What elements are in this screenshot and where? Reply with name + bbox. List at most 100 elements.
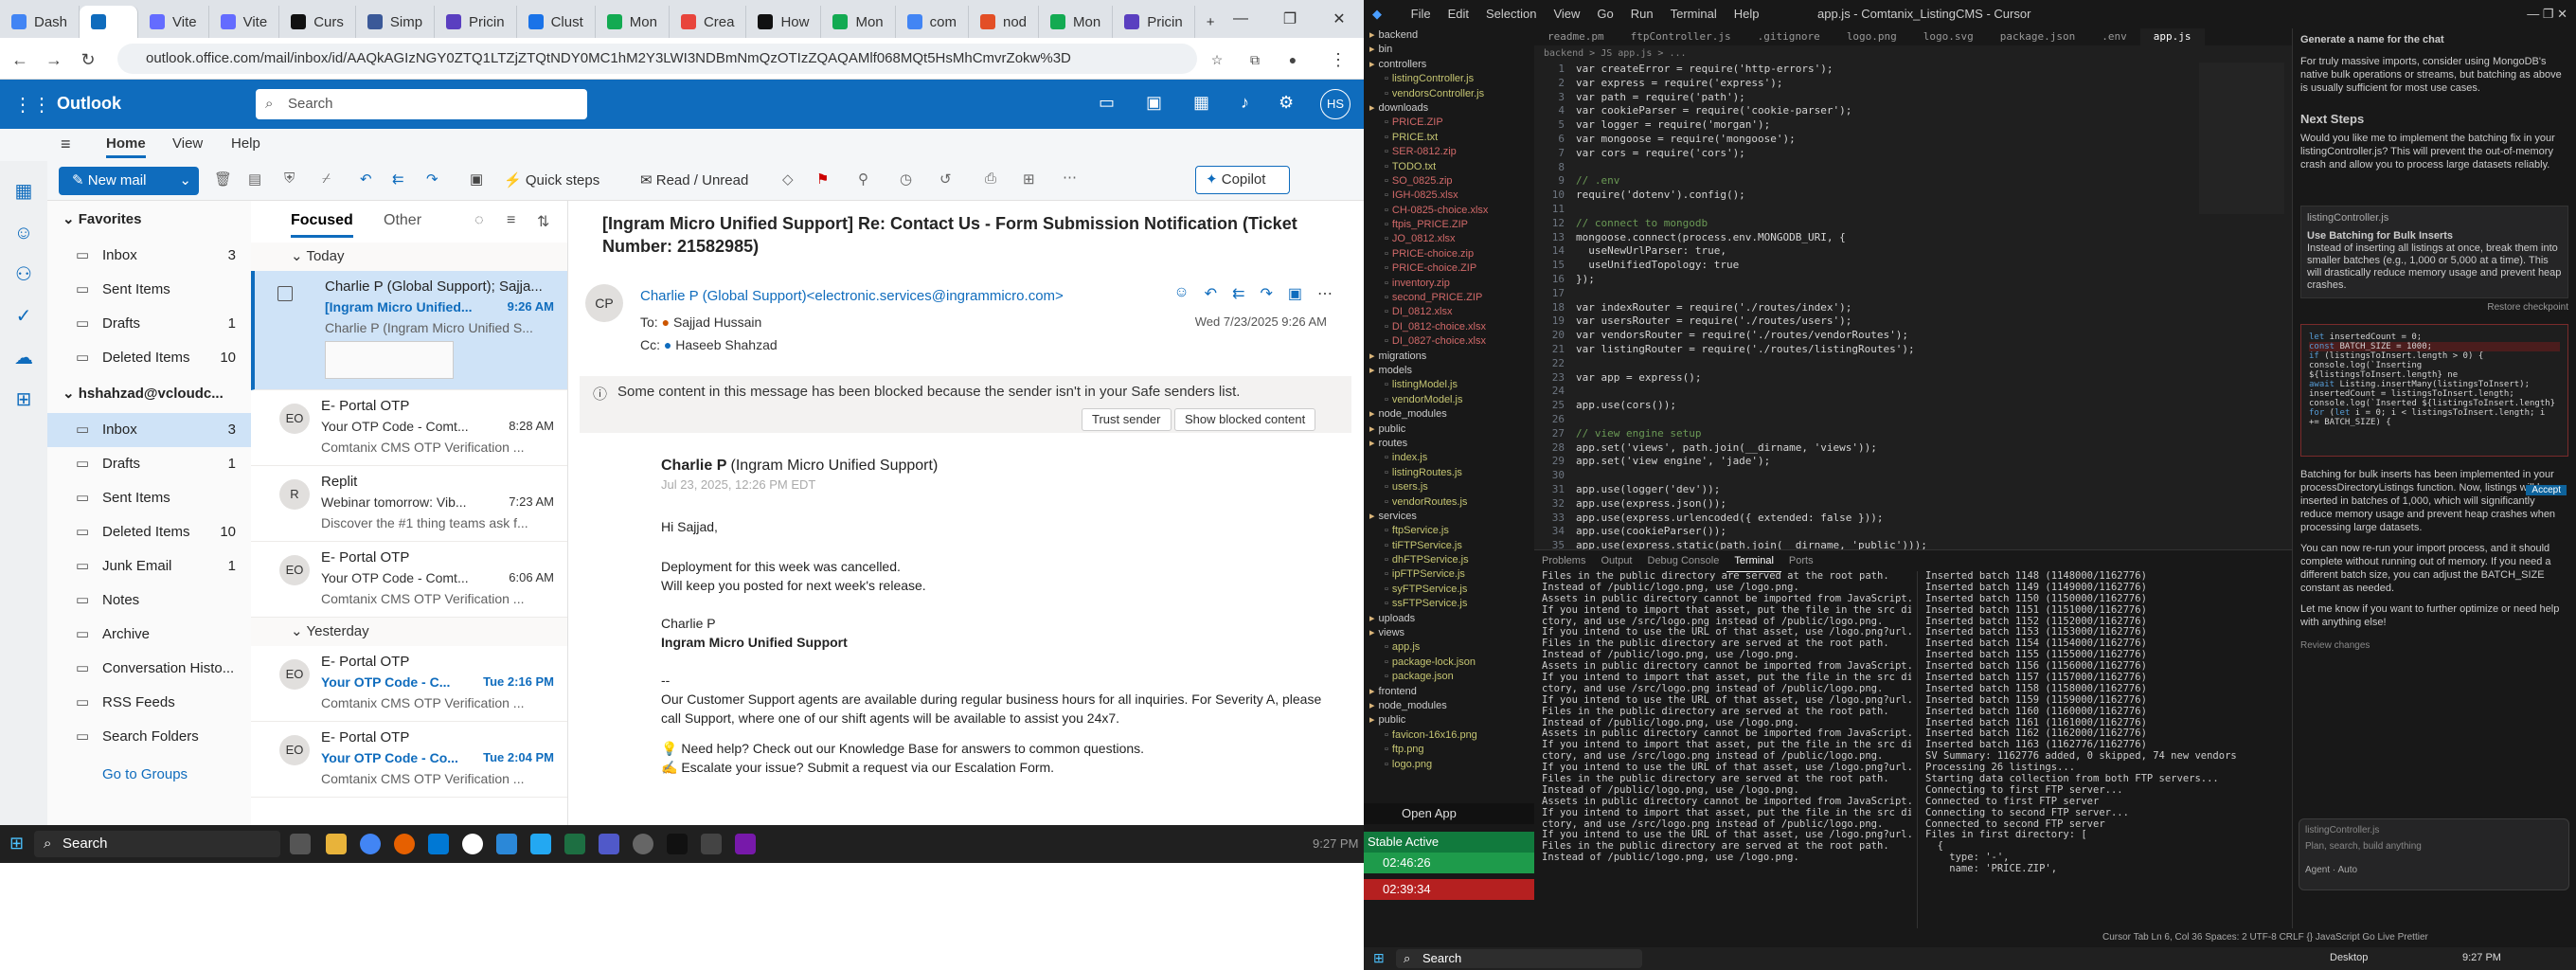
explorer-item[interactable]: ▸ models [1364, 364, 1534, 378]
explorer-item[interactable]: ▫ favicon-16x16.png [1364, 728, 1534, 743]
explorer-item[interactable]: ▫ ftpService.js [1364, 524, 1534, 538]
folder-item[interactable]: ▭ Inbox 3 [47, 239, 251, 273]
minimize-icon[interactable]: — [1216, 0, 1265, 38]
folder-item[interactable]: ▭ Drafts 1 [47, 307, 251, 341]
start-icon[interactable]: ⊞ [1373, 950, 1385, 966]
explorer-item[interactable]: ▸ controllers [1364, 58, 1534, 72]
outlook-icon[interactable] [428, 834, 449, 854]
calendar-rail-icon[interactable]: ▦ [0, 171, 47, 212]
code-line[interactable]: 12 // connect to mongodb [1534, 217, 2292, 231]
explorer-item[interactable]: ▫ PRICE.ZIP [1364, 116, 1534, 130]
explorer-item[interactable]: ▫ second_PRICE.ZIP [1364, 291, 1534, 305]
more-icon[interactable]: ⋯ [1063, 169, 1077, 186]
explorer-item[interactable]: ▫ PRICE-choice.zip [1364, 247, 1534, 261]
list-item[interactable]: R Replit Webinar tomorrow: Vib... 7:23 AM Di… [251, 466, 567, 542]
list-item[interactable]: EO E- Portal OTP Your OTP Code - C... Tue 2… [251, 646, 567, 722]
explorer-item[interactable]: ▫ TODO.txt [1364, 160, 1534, 174]
editor-tab[interactable]: app.js [2139, 28, 2205, 45]
profile-icon[interactable]: ● [1280, 47, 1305, 72]
back-icon[interactable]: ← [8, 47, 32, 72]
group-yesterday[interactable]: ⌄ Yesterday [251, 618, 567, 646]
code-line[interactable]: 16}); [1534, 273, 2292, 287]
explorer-item[interactable]: ▫ app.js [1364, 640, 1534, 655]
explorer-item[interactable]: ▸ bin [1364, 43, 1534, 57]
minimap[interactable] [2199, 63, 2284, 214]
report-icon[interactable]: ⛨ [284, 171, 295, 187]
explorer-item[interactable]: ▸ downloads [1364, 101, 1534, 116]
list-item[interactable]: EO E- Portal OTP Your OTP Code - Comt... 8:… [251, 390, 567, 466]
browser-tab[interactable]: Dash [0, 6, 80, 38]
show-blocked-button[interactable]: Show blocked content [1174, 408, 1316, 431]
explorer-item[interactable]: ▫ package-lock.json [1364, 656, 1534, 670]
extensions-icon[interactable]: ⧉ [1243, 47, 1267, 72]
explorer-item[interactable]: ▫ PRICE-choice.ZIP [1364, 261, 1534, 276]
onenote-icon[interactable] [735, 834, 756, 854]
code-line[interactable]: 22 [1534, 357, 2292, 371]
code-line[interactable]: 7 var cors = require('cors'); [1534, 147, 2292, 161]
browser-tab[interactable]: How [746, 6, 822, 38]
code-line[interactable]: 18 var indexRouter = require('./routes/in… [1534, 301, 2292, 315]
explorer-item[interactable]: ▫ ftpis_PRICE.ZIP [1364, 218, 1534, 232]
panel-tab[interactable]: Ports [1781, 550, 1821, 571]
bookmark-star-icon[interactable]: ☆ [1205, 47, 1229, 72]
undo-icon[interactable]: ↺ [939, 171, 952, 188]
code-line[interactable]: 31 app.use(logger('dev')); [1534, 483, 2292, 497]
code-line[interactable]: 15 useUnifiedTopology: true [1534, 259, 2292, 273]
explorer-item[interactable]: ▸ services [1364, 510, 1534, 524]
attachment-thumbnails[interactable] [325, 341, 454, 379]
explorer-item[interactable]: ▫ dhFTPService.js [1364, 553, 1534, 567]
new-mail-button[interactable]: ✎ New mail ⌄ [59, 167, 199, 195]
folder-item[interactable]: ▭ Deleted Items 10 [47, 515, 251, 549]
code-line[interactable]: 26 [1534, 413, 2292, 427]
start-icon[interactable]: ⊞ [9, 834, 24, 853]
folder-item[interactable]: ▭ Sent Items [47, 273, 251, 307]
favorites-header[interactable]: ⌄ Favorites [47, 201, 251, 239]
list-item[interactable]: Charlie P (Global Support); Sajja... [Ing… [251, 271, 567, 390]
restore-checkpoint[interactable]: Restore checkpoint [2293, 298, 2576, 316]
folder-item[interactable]: ▭ RSS Feeds [47, 686, 251, 720]
explorer-item[interactable]: ▫ vendorsController.js [1364, 87, 1534, 101]
browser-tab[interactable]: nod [969, 6, 1040, 38]
tab-help[interactable]: Help [231, 135, 260, 152]
folder-item[interactable]: ▭ Notes [47, 584, 251, 618]
browser-tab[interactable]: Vite [138, 6, 209, 38]
reply-icon[interactable]: ↶ [1205, 284, 1217, 303]
explorer-item[interactable]: ▫ listingController.js [1364, 72, 1534, 86]
trust-sender-button[interactable]: Trust sender [1082, 408, 1172, 431]
menu-help[interactable]: Help [1726, 0, 1768, 28]
checkbox-icon[interactable] [277, 286, 293, 301]
apps-icon[interactable]: ⊞ [1023, 171, 1035, 188]
explorer-item[interactable]: ▫ PRICE.txt [1364, 131, 1534, 145]
code-line[interactable]: 19 var usersRouter = require('./routes/us… [1534, 314, 2292, 329]
explorer-item[interactable]: ▫ listingModel.js [1364, 378, 1534, 392]
hamburger-icon[interactable]: ≡ [61, 135, 71, 154]
folder-item[interactable]: ▭ Search Folders [47, 720, 251, 754]
cc-recipient[interactable]: Haseeb Shahzad [675, 337, 777, 352]
explorer-item[interactable]: ▸ uploads [1364, 612, 1534, 626]
explorer-item[interactable]: ▫ DI_0827-choice.xlsx [1364, 334, 1534, 349]
teams-taskbar-icon[interactable] [599, 834, 619, 854]
sender-address[interactable]: Charlie P (Global Support)<electronic.se… [640, 288, 1064, 304]
select-icon[interactable]: ◌ [474, 212, 484, 229]
code-line[interactable]: 4 var cookieParser = require('cookie-pars… [1534, 104, 2292, 118]
explorer-item[interactable]: ▫ index.js [1364, 451, 1534, 465]
menu-terminal[interactable]: Terminal [1662, 0, 1726, 28]
code-line[interactable]: 9 // .env [1534, 174, 2292, 189]
menu-run[interactable]: Run [1622, 0, 1662, 28]
folder-item[interactable]: ▭ Drafts 1 [47, 447, 251, 481]
calendar-icon[interactable]: ▦ [1193, 93, 1209, 113]
browser-tab[interactable]: Simp [356, 6, 436, 38]
code-line[interactable]: 21 var listingRouter = require('./routes/… [1534, 343, 2292, 357]
explorer-item[interactable]: ▫ logo.png [1364, 758, 1534, 772]
editor-tab[interactable]: .gitignore [1744, 28, 1834, 45]
maximize-icon[interactable]: ❐ [1265, 0, 1315, 38]
editor-tab[interactable]: logo.png [1834, 28, 1910, 45]
code-line[interactable]: 25 app.use(cors()); [1534, 399, 2292, 413]
panel-tab[interactable]: Debug Console [1640, 550, 1727, 571]
browser-tab[interactable]: Mon [1039, 6, 1114, 38]
editor-tab[interactable]: ftpController.js [1618, 28, 1744, 45]
bell-icon[interactable]: ♪ [1241, 93, 1249, 113]
terminal-icon[interactable] [667, 834, 688, 854]
desktop-label[interactable]: Desktop [2330, 952, 2368, 963]
explorer-item[interactable]: ▫ DI_0812.xlsx [1364, 305, 1534, 319]
